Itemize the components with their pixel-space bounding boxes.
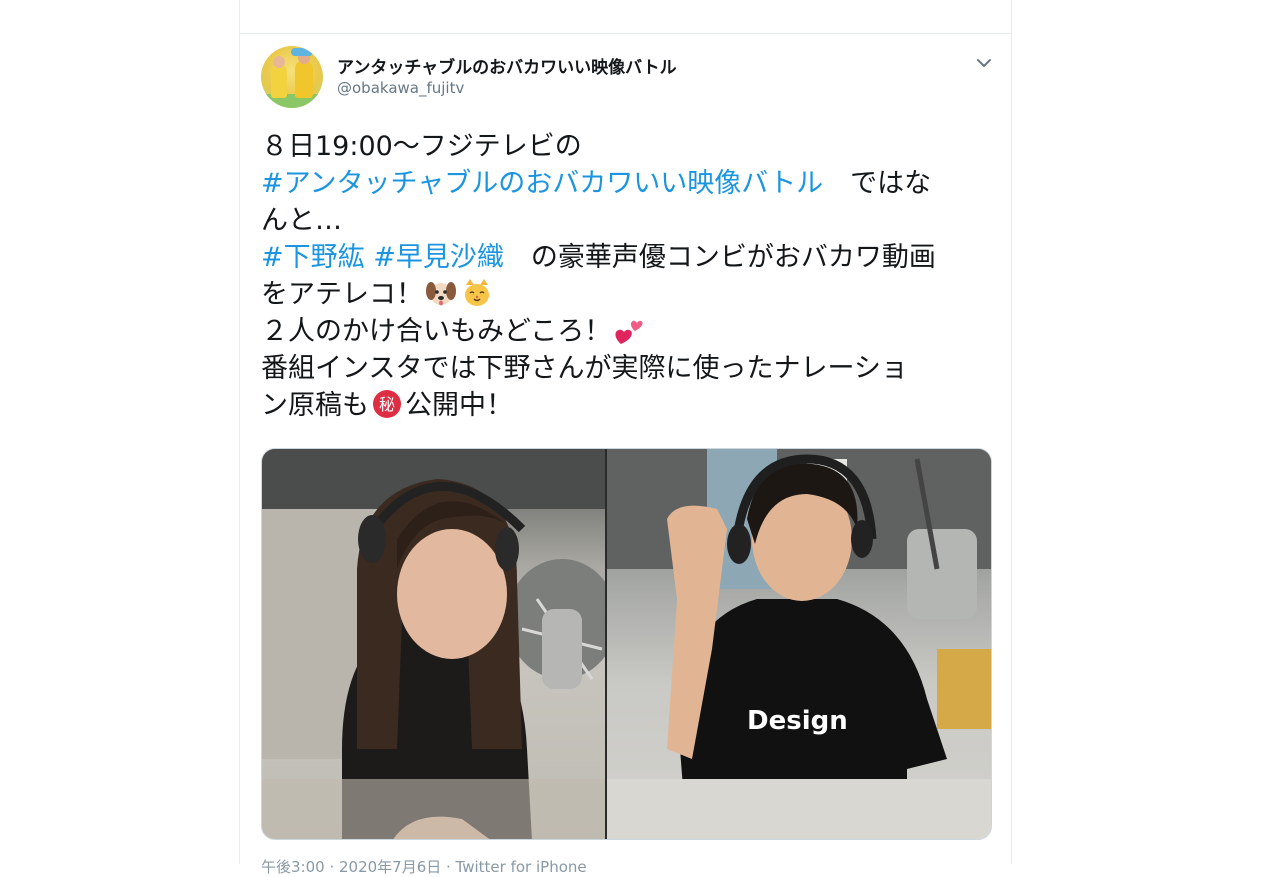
photo-left-panel	[262, 449, 617, 839]
hashtag-link[interactable]: #下野紘	[261, 242, 365, 273]
text-fragment: の豪華声優コンビがおバカワ動画	[503, 242, 936, 273]
user-handle[interactable]: @obakawa_fujitv	[337, 79, 464, 97]
hashtag-link[interactable]: #アンタッチャブルのおバカワいい映像バトル	[261, 168, 823, 199]
tweet[interactable]: アンタッチャブルのおバカワいい映像バトル @obakawa_fujitv ８日1…	[240, 34, 1011, 876]
tweet-line: #アンタッチャブルのおバカワいい映像バトル ではな	[261, 165, 1001, 202]
svg-text:秘: 秘	[379, 395, 395, 414]
text-fragment: ２人のかけ合いもみどころ！	[261, 316, 612, 347]
tweet-line: をアテレコ！	[261, 276, 1001, 313]
display-name[interactable]: アンタッチャブルのおバカワいい映像バトル	[337, 53, 677, 78]
tweet-line: ２人のかけ合いもみどころ！	[261, 313, 1001, 350]
tweet-text: ８日19:00〜フジテレビの #アンタッチャブルのおバカワいい映像バトル ではな…	[261, 128, 1001, 424]
chevron-down-icon[interactable]	[973, 52, 995, 74]
text-fragment: をアテレコ！	[261, 279, 423, 310]
text-fragment: ン原稿も	[261, 390, 369, 421]
tweet-line: んと…	[261, 205, 342, 236]
dog-face-emoji	[425, 277, 457, 309]
two-hearts-emoji	[613, 314, 645, 346]
text-fragment: ではな	[823, 168, 932, 199]
tweet-line: ン原稿も 秘 公開中！	[261, 387, 1001, 424]
svg-text:Design: Design	[747, 706, 848, 736]
tweet-photo[interactable]: Design	[261, 448, 992, 840]
hashtag-link[interactable]: #早見沙織	[373, 242, 504, 273]
circled-secret-emoji: 秘	[371, 388, 403, 420]
cat-face-emoji	[461, 277, 493, 309]
timeline-column: アンタッチャブルのおバカワいい映像バトル @obakawa_fujitv ８日1…	[239, 0, 1012, 876]
avatar[interactable]	[261, 46, 323, 108]
tweet-timestamp[interactable]: 午後3:00 · 2020年7月6日 · Twitter for iPhone	[261, 856, 587, 877]
photo-right-panel: Design	[607, 449, 991, 839]
tweet-line: #下野紘 #早見沙織 の豪華声優コンビがおバカワ動画	[261, 239, 1001, 276]
tweet-line: 番組インスタでは下野さんが実際に使ったナレーショ	[261, 353, 908, 384]
text-fragment: 公開中！	[405, 390, 513, 421]
tweet-line: ８日19:00〜フジテレビの	[261, 131, 582, 162]
